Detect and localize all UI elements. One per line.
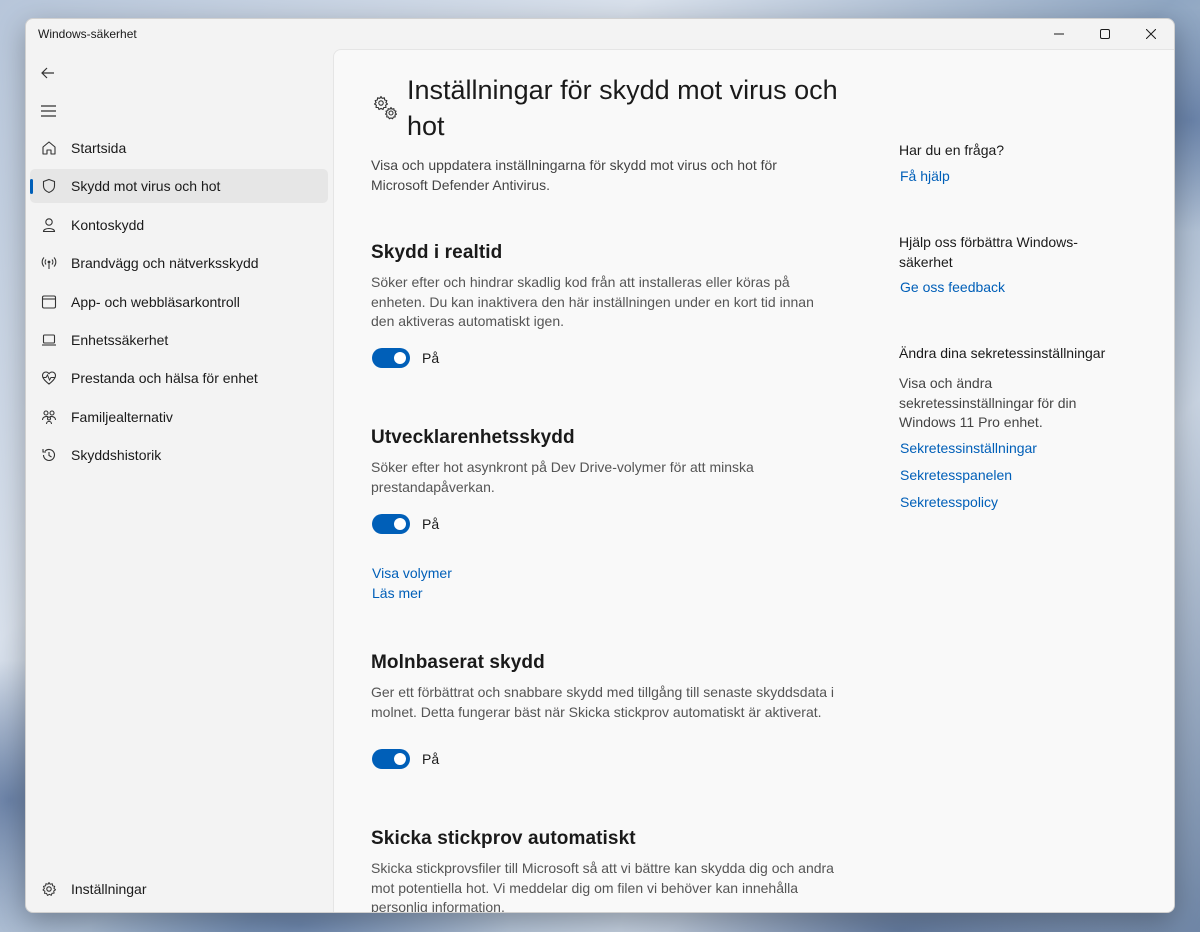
- wireless-icon: [40, 254, 58, 272]
- feedback-heading: Hjälp oss förbättra Windows-säkerhet: [899, 234, 1078, 270]
- privacy-heading: Ändra dina sekretessinställningar: [899, 345, 1106, 361]
- sidebar-item-performance[interactable]: Prestanda och hälsa för enhet: [30, 361, 328, 395]
- sidebar-item-label: Skydd mot virus och hot: [71, 178, 221, 195]
- sidebar-item-label: Familjealternativ: [71, 408, 173, 425]
- sidebar-item-history[interactable]: Skyddshistorik: [30, 438, 328, 472]
- sidebar-item-firewall[interactable]: Brandvägg och nätverksskydd: [30, 246, 328, 280]
- back-button[interactable]: [34, 61, 62, 85]
- sidebar-item-label: App- och webbläsarkontroll: [71, 293, 240, 310]
- toggle-label: På: [422, 350, 440, 366]
- laptop-icon: [40, 331, 58, 349]
- maximize-button[interactable]: [1082, 19, 1128, 49]
- gears-icon: [372, 94, 400, 122]
- sidebar-item-label: Startsida: [71, 140, 127, 156]
- sidebar-item-label: Prestanda och hälsa för enhet: [71, 370, 258, 387]
- sidebar-item-family[interactable]: Familjealternativ: [30, 400, 328, 434]
- feedback-link[interactable]: Ge oss feedback: [900, 279, 1005, 295]
- section-description-cloud: Ger ett förbättrat och snabbare skydd me…: [371, 684, 835, 720]
- dev-drive-protection-toggle[interactable]: [372, 514, 410, 534]
- read-more-link[interactable]: Läs mer: [372, 585, 423, 601]
- section-title-realtime: Skydd i realtid: [371, 242, 503, 263]
- privacy-settings-link[interactable]: Sekretessinställningar: [900, 440, 1037, 456]
- section-description-sample-submission: Skicka stickprovsfiler till Microsoft så…: [371, 860, 834, 913]
- menu-button[interactable]: [34, 99, 62, 123]
- toggle-label: På: [422, 751, 440, 767]
- realtime-protection-toggle[interactable]: [372, 348, 410, 368]
- window-title: Windows-säkerhet: [38, 27, 137, 41]
- sidebar-nav: Startsida Skydd mot virus och hot Kontos…: [30, 131, 328, 477]
- privacy-text: Visa och ändra sekretessinställningar fö…: [899, 375, 1077, 430]
- home-icon: [40, 139, 58, 157]
- get-help-link[interactable]: Få hjälp: [900, 168, 950, 184]
- page-description: Visa och uppdatera inställningarna för s…: [371, 157, 777, 193]
- section-description-realtime: Söker efter och hindrar skadlig kod från…: [371, 274, 814, 329]
- person-icon: [40, 216, 58, 234]
- maximize-icon: [1100, 29, 1110, 39]
- settings-label: Inställningar: [71, 881, 147, 897]
- section-title-sample-submission: Skicka stickprov automatiskt: [371, 828, 636, 849]
- sidebar-item-virus-protection[interactable]: Skydd mot virus och hot: [30, 169, 328, 204]
- minimize-icon: [1054, 33, 1064, 35]
- close-icon: [1146, 29, 1156, 39]
- toggle-label: På: [422, 516, 440, 532]
- sidebar-item-app-browser[interactable]: App- och webbläsarkontroll: [30, 285, 328, 319]
- main-content: Inställningar för skydd mot virus och ho…: [333, 49, 1174, 912]
- app-window: Windows-säkerhet Startsida Skydd mot vir…: [25, 18, 1175, 913]
- section-title-cloud: Molnbaserat skydd: [371, 652, 545, 673]
- privacy-policy-link[interactable]: Sekretesspolicy: [900, 494, 998, 510]
- cloud-protection-toggle[interactable]: [372, 749, 410, 769]
- sidebar-item-label: Enhetssäkerhet: [71, 331, 169, 348]
- history-icon: [40, 446, 58, 464]
- sidebar-item-label: Brandvägg och nätverksskydd: [71, 255, 259, 272]
- sidebar-item-startsida[interactable]: Startsida: [30, 131, 328, 165]
- sidebar-item-device-security[interactable]: Enhetssäkerhet: [30, 323, 328, 357]
- privacy-dashboard-link[interactable]: Sekretesspanelen: [900, 467, 1012, 483]
- section-title-dev-drive: Utvecklarenhetsskydd: [371, 427, 575, 448]
- help-heading: Har du en fråga?: [899, 142, 1005, 158]
- sidebar-item-settings[interactable]: Inställningar: [30, 872, 328, 906]
- sidebar-item-account[interactable]: Kontoskydd: [30, 208, 328, 242]
- minimize-button[interactable]: [1036, 19, 1082, 49]
- family-icon: [40, 408, 58, 426]
- heartbeat-icon: [40, 369, 58, 387]
- gear-icon: [40, 880, 58, 898]
- section-description-dev-drive: Söker efter hot asynkront på Dev Drive-v…: [371, 459, 754, 495]
- hamburger-icon: [40, 105, 56, 117]
- shield-icon: [40, 177, 58, 195]
- sidebar-item-label: Kontoskydd: [71, 216, 145, 233]
- back-arrow-icon: [41, 67, 54, 79]
- sidebar-item-label: Skyddshistorik: [71, 447, 162, 464]
- close-button[interactable]: [1128, 19, 1174, 49]
- app-window-icon: [40, 293, 58, 311]
- page-title: Inställningar för skydd mot virus och ho…: [407, 75, 838, 141]
- show-volumes-link[interactable]: Visa volymer: [372, 565, 452, 581]
- title-bar: Windows-säkerhet: [26, 19, 1174, 49]
